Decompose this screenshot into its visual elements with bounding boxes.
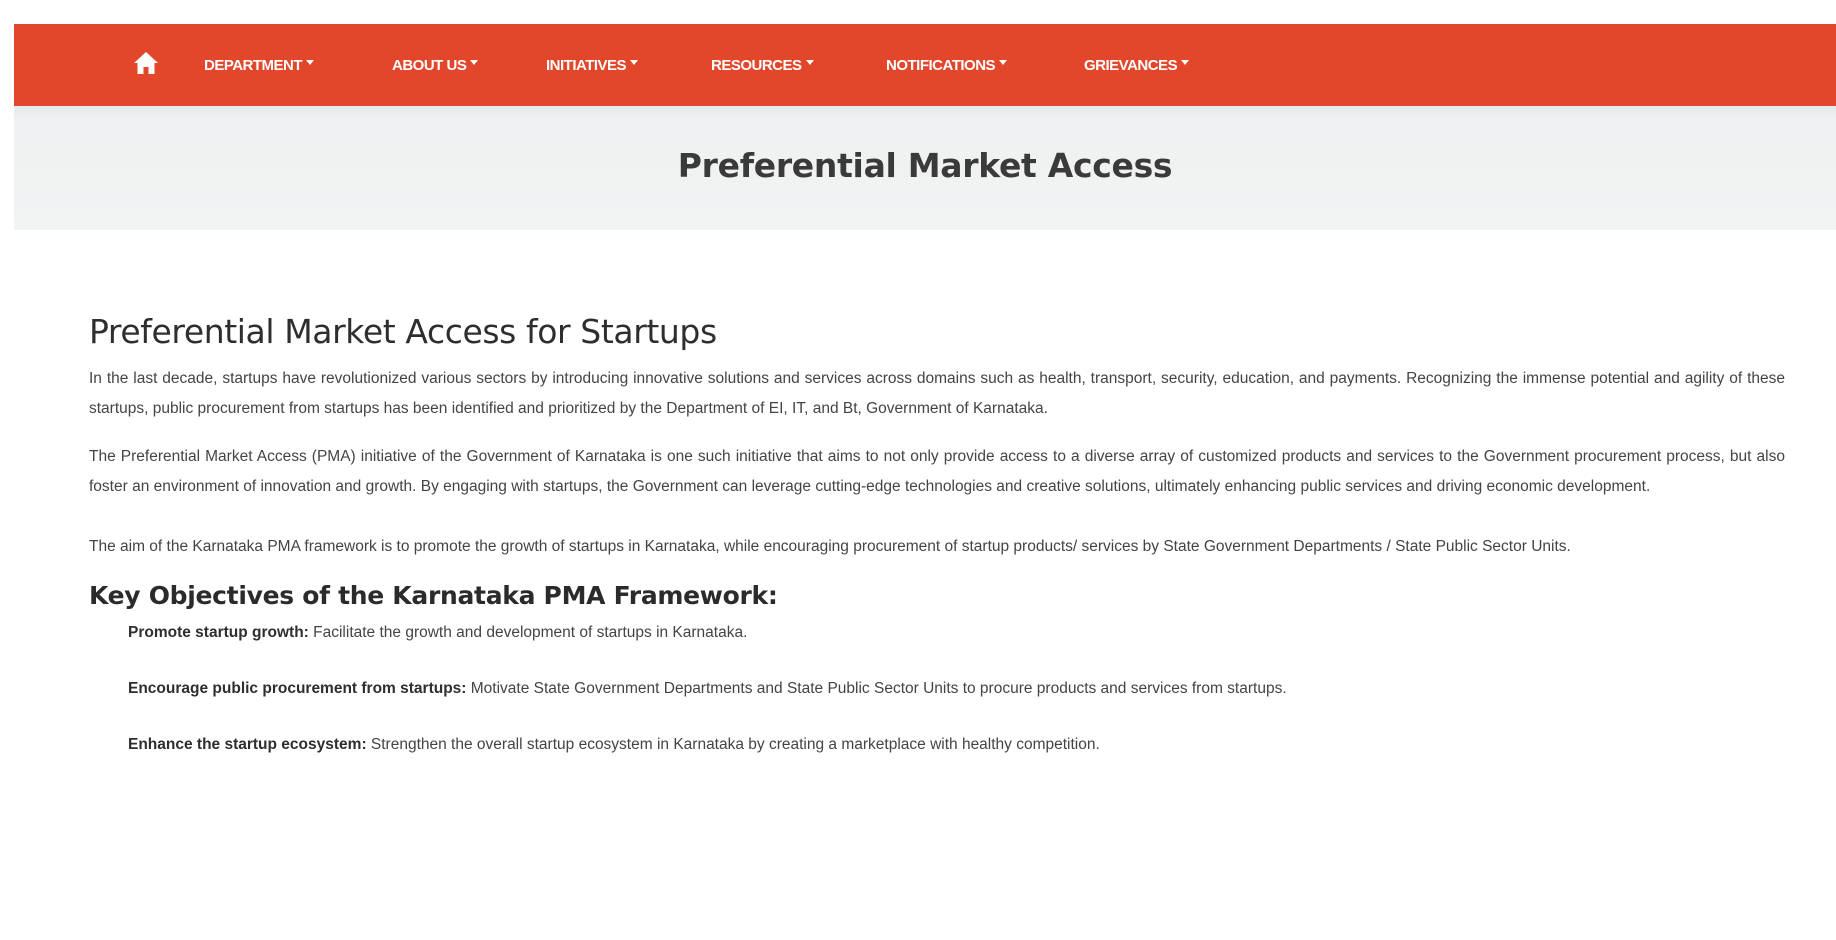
chevron-down-icon — [1181, 59, 1190, 65]
chevron-down-icon — [805, 59, 814, 65]
nav-about-us[interactable]: ABOUT US — [392, 24, 479, 106]
nav-department-label: DEPARTMENT — [204, 56, 303, 74]
chevron-down-icon — [999, 59, 1008, 65]
intro-paragraph: In the last decade, startups have revolu… — [89, 370, 1785, 417]
chevron-down-icon — [306, 59, 315, 65]
objective-text: Motivate State Government Departments an… — [466, 680, 1287, 697]
page-title: Preferential Market Access — [677, 146, 1173, 185]
chevron-down-icon — [630, 59, 639, 65]
section-heading: Preferential Market Access for Startups — [89, 312, 717, 351]
objective-item: Promote startup growth: Facilitate the g… — [128, 622, 1785, 644]
objective-item: Encourage public procurement from startu… — [128, 678, 1785, 700]
objective-title: Enhance the startup ecosystem: — [128, 736, 367, 753]
nav-initiatives-label: INITIATIVES — [546, 56, 627, 74]
aim-paragraph: The aim of the Karnataka PMA framework i… — [89, 538, 1571, 555]
nav-grievances[interactable]: GRIEVANCES — [1084, 24, 1190, 106]
pma-paragraph: The Preferential Market Access (PMA) ini… — [89, 448, 1785, 495]
nav-notifications-label: NOTIFICATIONS — [886, 56, 996, 74]
nav-initiatives[interactable]: INITIATIVES — [546, 24, 639, 106]
main-content: Preferential Market Access for Startups … — [89, 306, 1785, 790]
page-title-band: Preferential Market Access — [14, 106, 1836, 230]
nav-notifications[interactable]: NOTIFICATIONS — [886, 24, 1008, 106]
objectives-heading: Key Objectives of the Karnataka PMA Fram… — [89, 581, 778, 610]
objective-item: Enhance the startup ecosystem: Strengthe… — [128, 734, 1785, 756]
objective-title: Encourage public procurement from startu… — [128, 680, 467, 697]
nav-department[interactable]: DEPARTMENT — [204, 24, 315, 106]
nav-resources[interactable]: RESOURCES — [711, 24, 814, 106]
main-navbar: DEPARTMENT ABOUT US INITIATIVES RESOURCE… — [14, 24, 1836, 106]
nav-grievances-label: GRIEVANCES — [1084, 56, 1178, 74]
chevron-down-icon — [470, 59, 479, 65]
objective-title: Promote startup growth: — [128, 624, 309, 641]
objective-text: Strengthen the overall startup ecosystem… — [366, 736, 1100, 753]
objective-text: Facilitate the growth and development of… — [308, 624, 748, 641]
nav-about-us-label: ABOUT US — [392, 56, 467, 74]
objectives-list: Promote startup growth: Facilitate the g… — [128, 622, 1785, 756]
nav-resources-label: RESOURCES — [711, 56, 802, 74]
home-icon[interactable] — [130, 47, 162, 79]
